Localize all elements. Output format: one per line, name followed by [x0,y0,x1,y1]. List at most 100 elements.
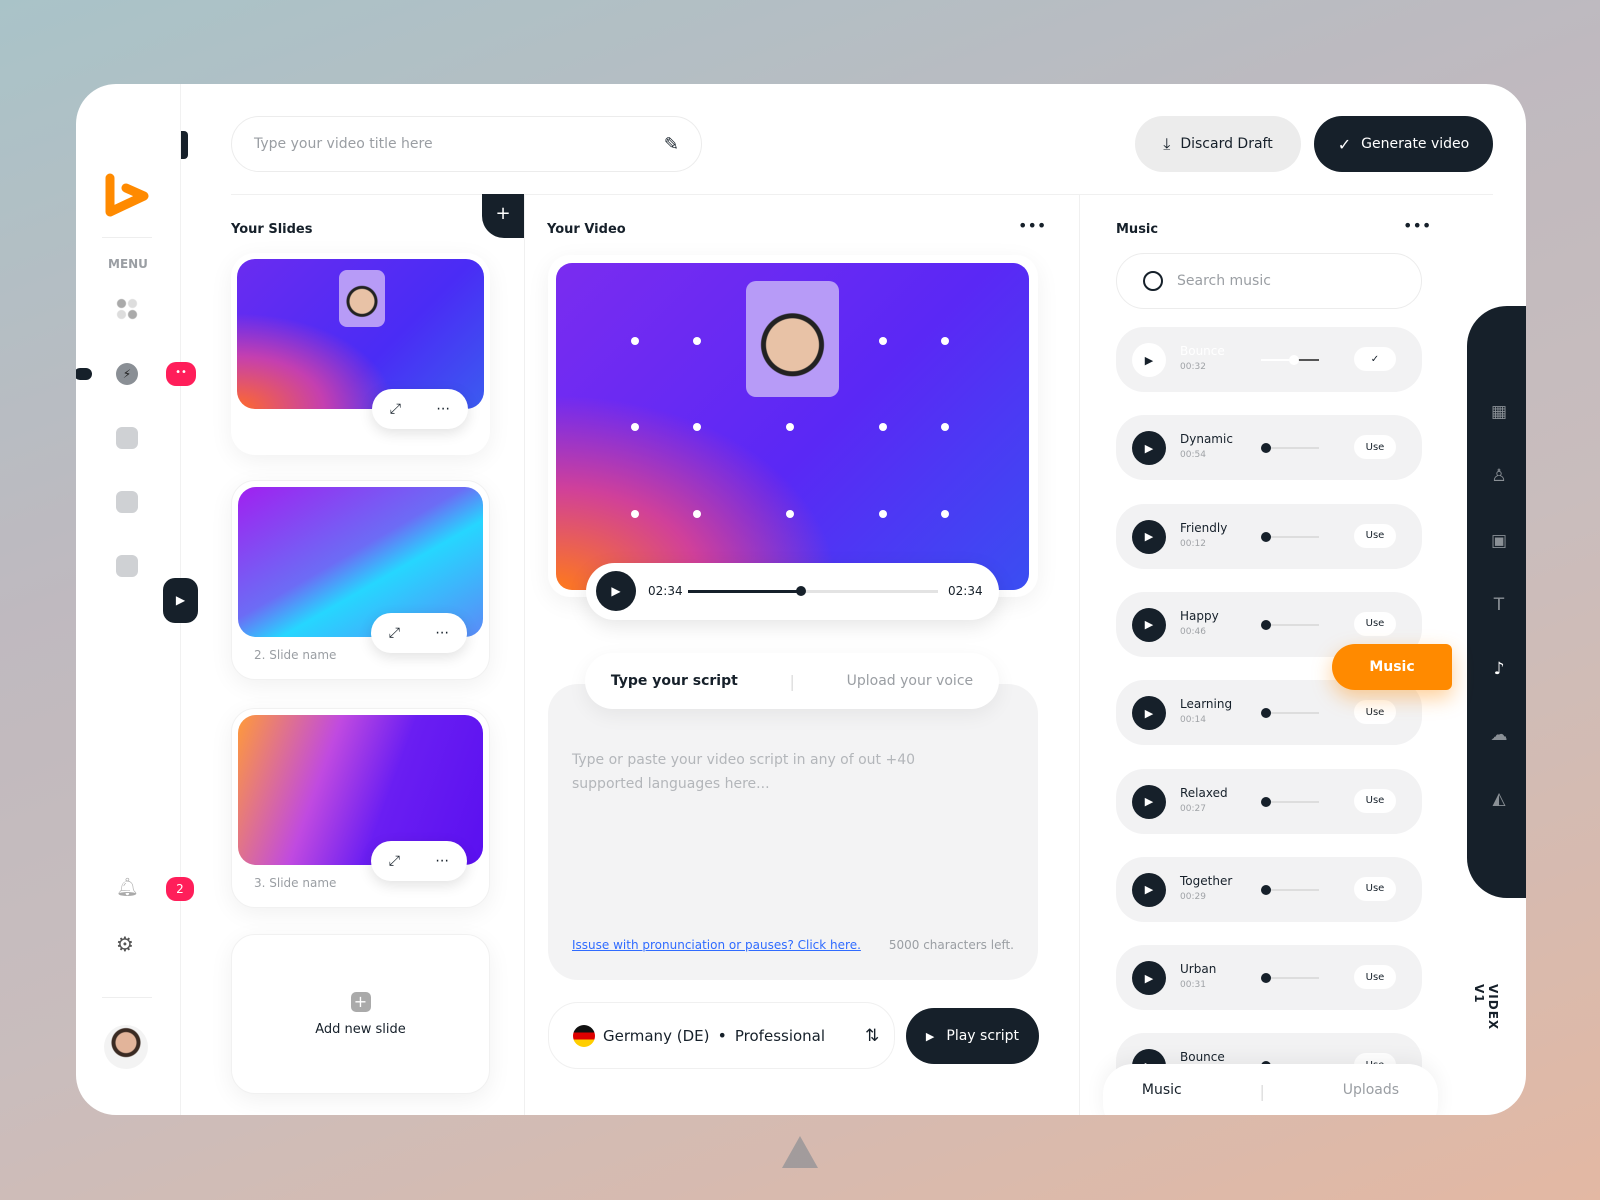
volume-knob[interactable] [1261,619,1271,630]
music-more-icon[interactable]: ••• [1403,216,1431,235]
play-icon: ▶ [925,1029,935,1043]
volume-knob[interactable] [1261,443,1271,454]
music-track-item[interactable]: ▶ Urban 00:31 Use [1116,945,1422,1011]
volume-knob[interactable] [1261,531,1271,542]
track-duration: 00:29 [1180,891,1206,902]
use-button[interactable]: Use [1354,788,1396,813]
drag-handle[interactable] [181,131,188,159]
grid-icon[interactable] [116,298,138,320]
grid-dot [631,423,639,431]
shapes-icon[interactable]: ◭ [1489,789,1509,809]
use-button[interactable]: Use [1354,435,1396,460]
text-icon[interactable]: T [1489,595,1509,615]
add-new-slide-button[interactable]: + Add new slide [231,934,490,1094]
slide-label: 2. Slide name [254,648,337,662]
germany-flag-icon [573,1024,595,1047]
play-icon[interactable]: ▶ [1132,784,1166,819]
play-icon[interactable]: ▶ [1132,696,1166,731]
image-frame-icon[interactable]: ▣ [1489,531,1509,551]
chat-icon[interactable] [116,555,138,577]
script-tabs: Type your script | Upload your voice [585,653,999,709]
tab-uploads[interactable]: Uploads [1343,1082,1399,1115]
collapse-sidebar-button[interactable]: ▶ [163,578,198,623]
generate-video-button[interactable]: ✓ Generate video [1314,116,1493,172]
track-name: Bounce [1180,1050,1225,1065]
cloud-icon[interactable]: ☁ [1489,725,1509,745]
user-icon[interactable]: ♙ [1489,466,1509,486]
play-icon[interactable]: ▶ [1132,343,1166,377]
bell-icon[interactable]: 🔔︎ [116,877,139,898]
tab-separator: | [789,671,795,691]
pronunciation-help-link[interactable]: Issuse with pronunciation or pauses? Cli… [572,938,861,952]
video-title: Your Video [547,222,626,237]
use-button[interactable]: Use [1354,965,1396,990]
layout-icon[interactable]: ▦ [1489,402,1509,422]
music-track-item[interactable]: ▶ Relaxed 00:27 Use [1116,768,1422,834]
check-icon: ✓ [1337,134,1352,154]
more-icon[interactable]: ⋯ [436,401,450,417]
tab-upload-voice[interactable]: Upload your voice [847,673,974,689]
volume-knob[interactable] [1289,355,1299,365]
pencil-icon[interactable]: ✎ [664,134,679,155]
inbox-icon[interactable] [116,491,138,513]
header-divider [231,194,1493,195]
video-more-icon[interactable]: ••• [1018,216,1046,235]
gear-icon[interactable]: ⚙ [116,932,134,956]
menu-label: MENU [108,257,148,271]
video-progress-track[interactable] [688,586,938,596]
expand-icon[interactable]: ⤢ [389,625,400,641]
slide-card-3[interactable]: 3. Slide name ⤢ ⋯ [231,708,490,908]
tab-music[interactable]: Music [1142,1082,1182,1115]
play-icon[interactable]: ▶ [1132,961,1166,996]
selected-check-button[interactable]: ✓ [1354,347,1396,371]
bolt-icon[interactable]: ⚡ [116,363,138,385]
slide-card-1[interactable]: 1. First Screen ⤢ ⋯ [231,253,490,455]
add-slide-plus-button[interactable]: + [482,194,524,238]
brand-label: VIDEX V1 [1472,984,1500,1031]
use-button[interactable]: Use [1354,611,1396,636]
play-icon[interactable]: ▶ [1132,872,1166,907]
search-icon [1143,271,1163,291]
music-note-icon[interactable]: ♪ [1489,659,1509,679]
expand-icon[interactable]: ⤢ [390,401,401,417]
more-icon[interactable]: ⋯ [435,853,449,869]
play-button[interactable]: ▶ [596,571,636,611]
use-button[interactable]: Use [1354,523,1396,548]
avatar[interactable] [104,1025,148,1069]
user-card-icon[interactable] [116,427,138,449]
volume-knob[interactable] [1261,708,1271,719]
music-search-input[interactable]: Search music [1116,253,1422,309]
play-icon[interactable]: ▶ [1132,607,1166,642]
slide-card-2[interactable]: 2. Slide name ⤢ ⋯ [231,480,490,680]
grid-dot [786,423,794,431]
use-button[interactable]: Use [1354,700,1396,725]
script-placeholder: Type or paste your video script in any o… [572,752,916,792]
video-progress-knob[interactable] [795,586,806,596]
track-duration: 00:12 [1180,538,1206,549]
script-area[interactable]: Type or paste your video script in any o… [548,684,1038,980]
tab-type-script[interactable]: Type your script [611,673,738,689]
avatar-divider [102,997,152,998]
volume-knob[interactable] [1261,973,1271,984]
music-track-item[interactable]: ▶ Friendly 00:12 Use [1116,503,1422,569]
bottom-logo [782,1136,818,1168]
logo-divider [102,237,152,238]
more-icon[interactable]: ⋯ [435,625,449,641]
video-title-placeholder: Type your video title here [254,136,433,152]
discard-draft-button[interactable]: ⤓ Discard Draft [1135,116,1301,172]
video-preview[interactable] [556,263,1029,590]
volume-knob[interactable] [1261,796,1271,807]
voice-selector[interactable]: Germany (DE) • Professional ⇅ [548,1002,895,1069]
music-track-item[interactable]: ▶ Bounce 00:32 ✓ [1116,327,1422,392]
expand-icon[interactable]: ⤢ [389,853,400,869]
music-track-item[interactable]: ▶ Together 00:29 Use [1116,856,1422,922]
play-icon[interactable]: ▶ [1132,431,1166,466]
use-button[interactable]: Use [1354,876,1396,901]
video-title-input[interactable]: Type your video title here ✎ [231,116,702,172]
music-track-item[interactable]: ▶ Dynamic 00:54 Use [1116,415,1422,481]
play-script-button[interactable]: ▶ Play script [906,1008,1039,1064]
column-divider [1079,194,1080,1115]
play-icon[interactable]: ▶ [1132,519,1166,554]
swap-icon[interactable]: ⇅ [865,1026,879,1046]
volume-knob[interactable] [1261,884,1271,895]
